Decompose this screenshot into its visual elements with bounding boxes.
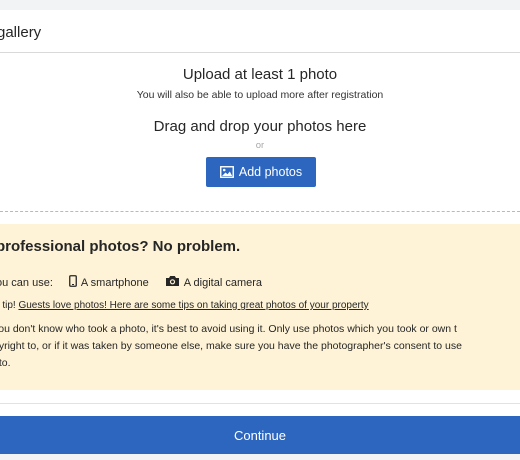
photo-tips-link[interactable]: Guests love photos! Here are some tips o… bbox=[18, 300, 368, 311]
tips-heading: professional photos? No problem. bbox=[0, 238, 241, 255]
note-line: you don't know who took a photo, it's be… bbox=[0, 323, 457, 335]
continue-button[interactable]: Continue bbox=[0, 416, 520, 454]
smartphone-icon bbox=[68, 275, 77, 290]
smartphone-option: A smartphone bbox=[68, 275, 149, 290]
tip-prefix: p tip! bbox=[0, 300, 16, 311]
section-title: gallery bbox=[0, 24, 42, 41]
note-line: pyright to, or if it was taken by someon… bbox=[0, 340, 462, 352]
device-options: ou can use: A smartphone A digital camer… bbox=[0, 275, 262, 290]
camera-icon bbox=[165, 275, 180, 290]
copyright-note: you don't know who took a photo, it's be… bbox=[0, 321, 520, 372]
upload-heading: Upload at least 1 photo bbox=[182, 66, 338, 83]
camera-option: A digital camera bbox=[165, 275, 262, 290]
use-prefix: ou can use: bbox=[0, 276, 53, 289]
add-photos-label: Add photos bbox=[238, 165, 303, 179]
camera-label: A digital camera bbox=[183, 276, 263, 289]
tips-panel: professional photos? No problem. ou can … bbox=[0, 224, 520, 390]
note-line: oto. bbox=[0, 357, 11, 369]
gallery-card: gallery Upload at least 1 photo You will… bbox=[0, 10, 520, 420]
smartphone-label: A smartphone bbox=[80, 276, 149, 289]
pro-tip: p tip! Guests love photos! Here are some… bbox=[0, 300, 369, 311]
add-photos-button[interactable]: Add photos bbox=[206, 157, 316, 187]
image-icon bbox=[219, 166, 234, 178]
upload-subtext: You will also be able to upload more aft… bbox=[136, 89, 384, 101]
dashed-divider bbox=[0, 211, 520, 212]
or-text: or bbox=[255, 140, 265, 151]
drag-drop-text: Drag and drop your photos here bbox=[153, 118, 367, 135]
divider bbox=[0, 403, 520, 404]
divider bbox=[0, 52, 520, 53]
